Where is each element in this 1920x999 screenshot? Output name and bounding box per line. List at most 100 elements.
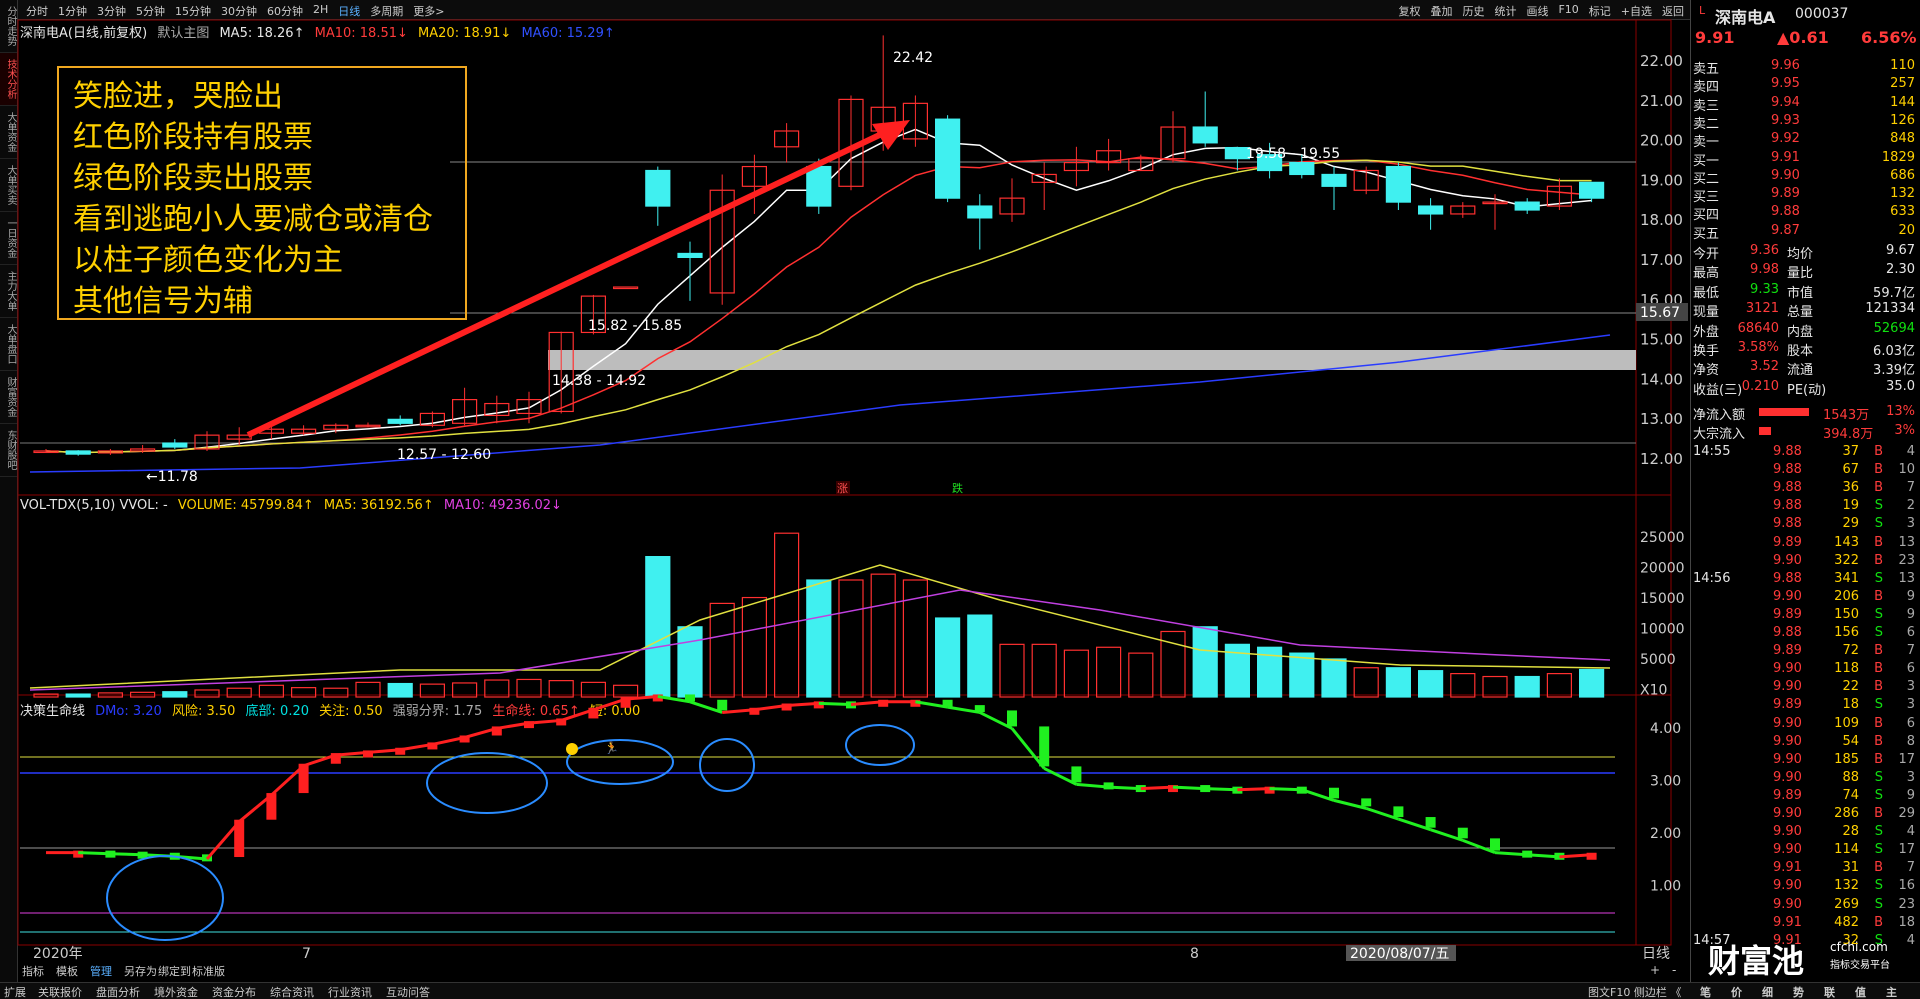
signal-bar <box>1457 827 1468 839</box>
tick-price: 9.90 <box>1773 842 1802 858</box>
tick-row: 9.90 54 B 8 <box>1691 734 1919 752</box>
bottom-icon[interactable]: 势 <box>1793 984 1804 999</box>
volume-tick: 5000 <box>1640 652 1676 668</box>
tick-price: 9.90 <box>1773 552 1802 568</box>
quote-price-row: 9.91 ▲0.61 6.56% <box>1691 28 1919 50</box>
tick-row: 14:55 9.88 37 B 4 <box>1691 444 1919 462</box>
bottom-tab[interactable]: 资金分布 <box>212 984 256 999</box>
tick-count: 7 <box>1906 643 1915 659</box>
tick-volume: 18 <box>1842 697 1859 713</box>
tick-price: 9.88 <box>1773 480 1802 496</box>
bid-row: 买二 9.90 686 <box>1691 168 1919 187</box>
sidebar-toggle[interactable]: 图文F10 侧边栏 《 <box>1588 984 1681 999</box>
tick-volume: 72 <box>1842 643 1859 659</box>
footer-tab[interactable]: 管理 <box>90 964 112 978</box>
candle <box>1289 162 1315 176</box>
book-volume: 126 <box>1890 112 1915 128</box>
bottom-tab[interactable]: 境外资金 <box>154 984 198 999</box>
tick-price: 9.88 <box>1773 444 1802 459</box>
tick-row: 9.90 88 S 3 <box>1691 770 1919 788</box>
zoom-out-button[interactable]: - <box>1672 963 1676 977</box>
logo: 财富池 cfchi.com 指标交易平台 <box>1700 932 1920 982</box>
bottom-tab[interactable]: 扩展 <box>4 984 26 999</box>
pct-change: 6.56% <box>1861 28 1917 47</box>
tick-row: 9.89 74 S 9 <box>1691 788 1919 806</box>
quote-header: L 深南电A 000037 <box>1691 4 1919 27</box>
signal-bar <box>974 705 985 713</box>
bottom-icon[interactable]: 主 <box>1886 984 1897 999</box>
zoom-in-button[interactable]: + <box>1650 963 1660 977</box>
stat-label: 股本 <box>1787 344 1814 359</box>
tick-row: 9.88 36 B 7 <box>1691 480 1919 498</box>
candle <box>1192 126 1218 144</box>
book-volume: 132 <box>1890 186 1915 202</box>
stat-row: 今开 9.36 均价 9.67 <box>1691 243 1919 262</box>
tick-side: S <box>1874 824 1883 840</box>
bottom-icon[interactable]: 细 <box>1762 984 1773 999</box>
level-label: 14.38 - 14.92 <box>552 373 646 389</box>
tick-volume: 150 <box>1834 606 1859 622</box>
footer-tab[interactable]: 另存为 <box>124 964 157 978</box>
tick-row: 9.88 156 S 6 <box>1691 625 1919 643</box>
volume-tick: 20000 <box>1640 561 1685 577</box>
candle <box>1514 201 1540 211</box>
bottom-tab[interactable]: 关联报价 <box>38 984 82 999</box>
tick-volume: 22 <box>1842 679 1859 695</box>
bottom-tab[interactable]: 互动问答 <box>386 984 430 999</box>
period-label[interactable]: 日线 <box>1642 946 1670 962</box>
bottom-icon[interactable]: 笔 <box>1700 984 1711 999</box>
stat-label: 最高 <box>1693 266 1720 282</box>
bottom-tab[interactable]: 行业资讯 <box>328 984 372 999</box>
bottom-icon[interactable]: 值 <box>1855 984 1866 999</box>
bottom-icon[interactable]: 价 <box>1731 984 1742 999</box>
stat-value: 0.210 <box>1741 378 1779 394</box>
bottom-icon[interactable]: 联 <box>1824 984 1835 999</box>
flow-label: 大宗流入 <box>1693 427 1746 442</box>
book-price: 9.92 <box>1771 131 1800 147</box>
tick-volume: 19 <box>1842 498 1859 514</box>
footer-tab[interactable]: 绑定到 <box>158 964 191 978</box>
stat-value: 6.03亿 <box>1873 344 1915 359</box>
footer-tab[interactable]: 指标 <box>22 964 44 978</box>
tick-row: 9.90 109 B 6 <box>1691 716 1919 734</box>
tick-price: 9.90 <box>1773 806 1802 821</box>
book-volume: 257 <box>1890 76 1915 92</box>
signal-bar <box>1490 838 1500 851</box>
volume-bar <box>677 626 703 698</box>
tick-side: B <box>1874 806 1883 821</box>
footer-tab[interactable]: 标准版 <box>192 964 225 978</box>
tick-count: 4 <box>1906 824 1915 840</box>
tick-volume: 341 <box>1834 570 1859 586</box>
candle <box>1321 173 1347 187</box>
volume-tick: 10000 <box>1640 622 1685 638</box>
book-label: 买五 <box>1693 226 1720 242</box>
tick-row: 9.90 118 B 6 <box>1691 661 1919 679</box>
tick-price: 9.90 <box>1773 896 1802 912</box>
book-label: 买三 <box>1693 190 1720 206</box>
tick-volume: 67 <box>1842 462 1859 478</box>
indicator-tick: 4.00 <box>1650 721 1681 737</box>
book-volume: 144 <box>1890 94 1915 110</box>
tick-count: 3 <box>1906 697 1915 713</box>
stat-row: 最低 9.33 市值 59.7亿 <box>1691 282 1919 301</box>
tick-side: B <box>1874 715 1883 731</box>
bottom-tab[interactable]: 盘面分析 <box>96 984 140 999</box>
volume-bar <box>1546 672 1573 698</box>
book-price: 9.88 <box>1771 204 1800 220</box>
footer-tab[interactable]: 模板 <box>56 964 78 978</box>
book-label: 卖四 <box>1693 80 1720 96</box>
stat-row: 收益(三) 0.210 PE(动) 35.0 <box>1691 378 1919 398</box>
tick-price: 9.90 <box>1773 751 1802 767</box>
tick-side: B <box>1874 914 1883 930</box>
volume-tick: 25000 <box>1640 530 1685 546</box>
book-label: 卖三 <box>1693 98 1720 114</box>
tick-time: 14:56 <box>1693 570 1731 586</box>
tick-volume: 269 <box>1834 896 1859 912</box>
stat-value: 2.30 <box>1886 262 1915 278</box>
volume-bar <box>1095 646 1122 698</box>
book-label: 卖一 <box>1693 135 1720 151</box>
last-price: 9.91 <box>1695 28 1735 47</box>
candle <box>1578 181 1605 199</box>
bid-row: 买三 9.89 132 <box>1691 186 1919 206</box>
bottom-tab[interactable]: 综合资讯 <box>270 984 314 999</box>
